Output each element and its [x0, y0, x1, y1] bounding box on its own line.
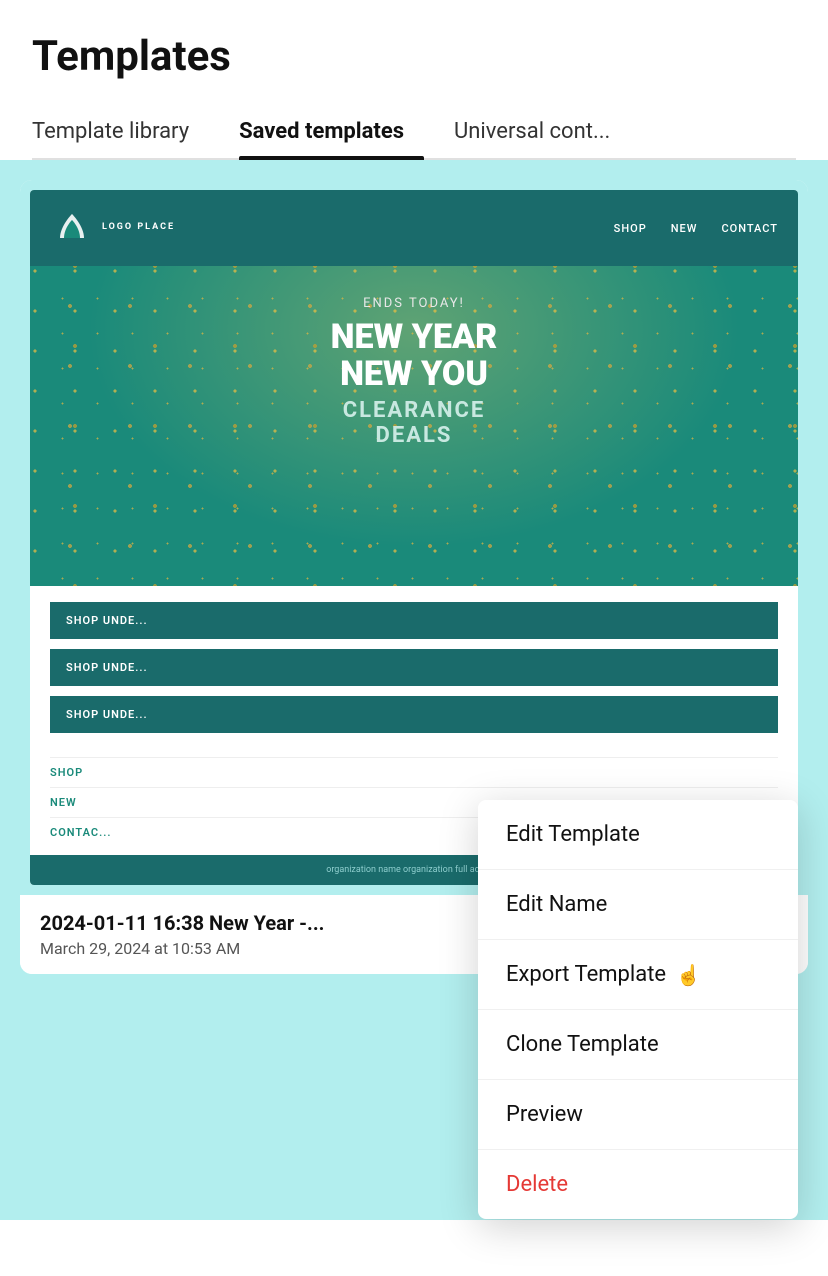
tab-saved-templates[interactable]: Saved templates	[239, 109, 424, 158]
hero-subtitle: CLEARANCE DEALS	[50, 398, 778, 448]
ends-today-text: ENDS TODAY!	[50, 296, 778, 311]
logo-area: LOGO PLACE	[50, 206, 175, 250]
template-date: March 29, 2024 at 10:53 AM	[40, 939, 324, 958]
cursor-hand-icon: ☝	[676, 963, 701, 987]
template-name: 2024-01-11 16:38 New Year -...	[40, 911, 324, 935]
menu-item-preview[interactable]: Preview	[478, 1080, 798, 1150]
nav-contact: CONTACT	[721, 222, 778, 235]
logo-text: LOGO PLACE	[102, 222, 175, 234]
tabs-nav: Template library Saved templates Univers…	[32, 109, 796, 160]
email-preview: LOGO PLACE SHOP NEW CONTACT ENDS TODAY!	[30, 190, 798, 885]
menu-item-clone-template[interactable]: Clone Template	[478, 1010, 798, 1080]
shop-btn-2: SHOP UNDE...	[50, 649, 778, 686]
hero-text: ENDS TODAY! NEW YEAR NEW YOU CLEARANCE D…	[50, 296, 778, 448]
shop-btn-1: SHOP UNDE...	[50, 602, 778, 639]
template-preview: LOGO PLACE SHOP NEW CONTACT ENDS TODAY!	[20, 180, 808, 895]
shop-btn-3: SHOP UNDE...	[50, 696, 778, 733]
email-nav: SHOP NEW CONTACT	[614, 222, 778, 235]
nav-new: NEW	[671, 222, 698, 235]
tab-template-library[interactable]: Template library	[32, 109, 209, 158]
tab-universal-content[interactable]: Universal cont...	[454, 109, 630, 158]
hero-title: NEW YEAR NEW YOU	[50, 319, 778, 394]
nav-shop: SHOP	[614, 222, 647, 235]
menu-item-edit-name[interactable]: Edit Name	[478, 870, 798, 940]
menu-item-export-template[interactable]: Export Template ☝	[478, 940, 798, 1010]
email-hero: ENDS TODAY! NEW YEAR NEW YOU CLEARANCE D…	[30, 266, 798, 586]
menu-item-delete[interactable]: Delete	[478, 1150, 798, 1219]
page-header: Templates Template library Saved templat…	[0, 0, 828, 160]
main-content: LOGO PLACE SHOP NEW CONTACT ENDS TODAY!	[0, 160, 828, 1220]
context-menu: Edit Template Edit Name Export Template …	[478, 800, 798, 1219]
email-header: LOGO PLACE SHOP NEW CONTACT	[30, 190, 798, 266]
footer-link-shop: SHOP	[50, 757, 778, 787]
logo-icon	[50, 206, 94, 250]
page-title: Templates	[32, 32, 796, 81]
template-info: 2024-01-11 16:38 New Year -... March 29,…	[40, 911, 324, 958]
shop-buttons-area: SHOP UNDE... SHOP UNDE... SHOP UNDE...	[30, 586, 798, 749]
menu-item-edit-template[interactable]: Edit Template	[478, 800, 798, 870]
